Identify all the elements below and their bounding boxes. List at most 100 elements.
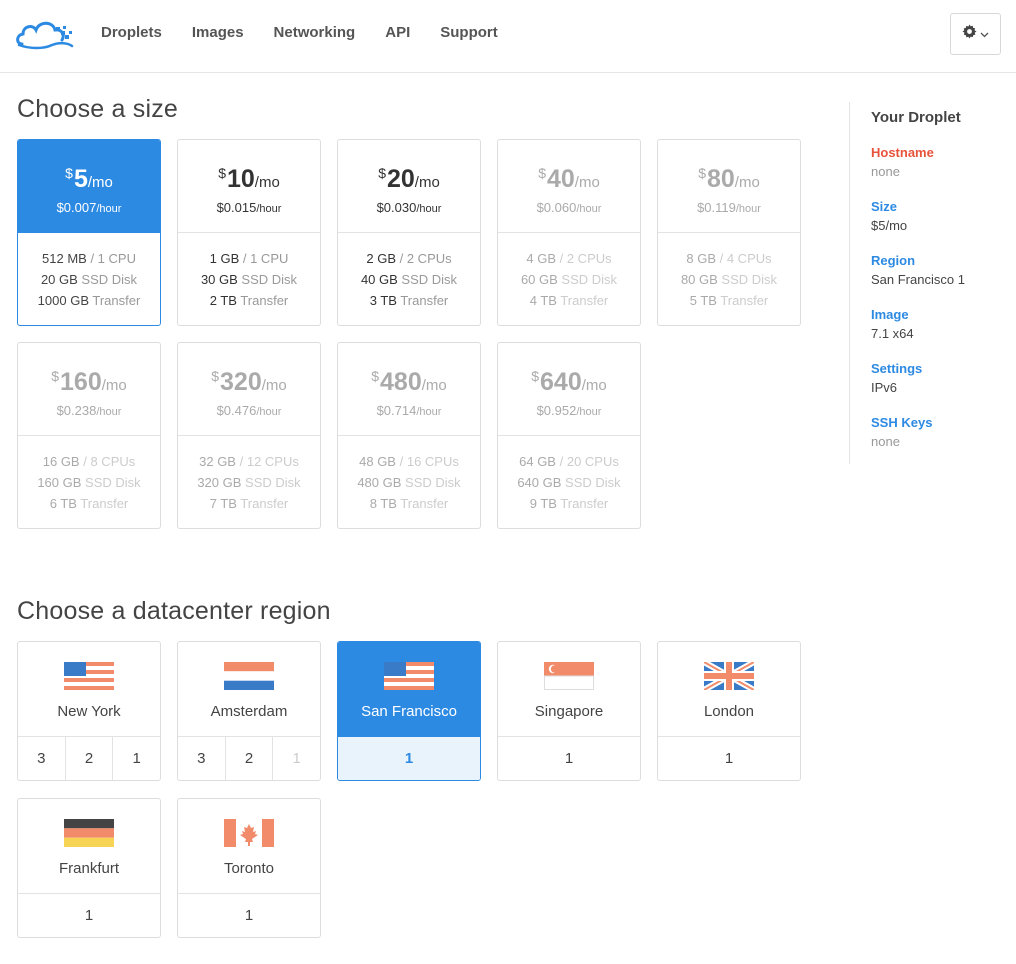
- datacenter-option[interactable]: 1: [498, 737, 640, 780]
- region-option-card[interactable]: Singapore 1: [497, 641, 641, 781]
- size-price-block: $5/mo $0.007/hour: [18, 140, 160, 233]
- size-option-card[interactable]: $80/mo $0.119/hour 8 GB / 4 CPUs 80 GB SSD …: [657, 139, 801, 326]
- spec-transfer-size: 3 TB: [369, 293, 397, 308]
- summary-label[interactable]: Size: [871, 198, 1009, 216]
- datacenter-option[interactable]: 3: [18, 737, 66, 780]
- datacenter-option[interactable]: 1: [18, 894, 160, 937]
- spec-disk-size: 160 GB: [37, 475, 82, 490]
- nav-support[interactable]: Support: [440, 24, 498, 41]
- datacenter-option[interactable]: 3: [178, 737, 226, 780]
- size-option-card[interactable]: $5/mo $0.007/hour 512 MB / 1 CPU 20 GB SSD …: [17, 139, 161, 326]
- hourly-unit: /hour: [576, 406, 602, 418]
- uk-flag-icon: [702, 659, 756, 693]
- price-period: /mo: [574, 174, 600, 191]
- datacenter-option: 1: [292, 750, 301, 767]
- datacenter-option[interactable]: 2: [226, 737, 274, 780]
- spec-transfer-label: Transfer: [560, 293, 609, 308]
- cloud-logo-icon[interactable]: [16, 16, 74, 50]
- region-option-card[interactable]: New York 3 2 1: [17, 641, 161, 781]
- hourly-unit: /hour: [256, 406, 282, 418]
- datacenter-numbers: 1: [658, 737, 800, 780]
- region-name: Amsterdam: [210, 703, 288, 720]
- spec-transfer-label: Transfer: [400, 293, 449, 308]
- size-option-card[interactable]: $160/mo $0.238/hour 16 GB / 8 CPUs 160 GB S…: [17, 342, 161, 529]
- us-flag-icon: [384, 662, 434, 690]
- spec-disk-label: SSD Disk: [241, 272, 298, 287]
- region-option-card[interactable]: London 1: [657, 641, 801, 781]
- monthly-price: $80/mo: [658, 163, 800, 195]
- spec-transfer-label: Transfer: [560, 496, 609, 511]
- size-option-card[interactable]: $10/mo $0.015/hour 1 GB / 1 CPU 30 GB SSD D…: [177, 139, 321, 326]
- summary-size: Size $5/mo: [871, 198, 1009, 236]
- price-amount: 160: [60, 368, 102, 396]
- spec-disk: 160 GB SSD Disk: [18, 472, 160, 493]
- nav-images[interactable]: Images: [192, 24, 244, 41]
- spec-transfer-label: Transfer: [80, 496, 129, 511]
- nav-api[interactable]: API: [385, 24, 410, 41]
- monthly-price: $5/mo: [18, 163, 160, 195]
- spec-cpu: / 2 CPUs: [559, 251, 612, 266]
- summary-label[interactable]: Image: [871, 306, 1009, 324]
- size-option-card[interactable]: $640/mo $0.952/hour 64 GB / 20 CPUs 640 GB …: [497, 342, 641, 529]
- spec-transfer: 2 TB Transfer: [178, 290, 320, 311]
- summary-region: Region San Francisco 1: [871, 252, 1009, 290]
- hourly-amount: $0.060: [536, 200, 577, 215]
- price-period: /mo: [414, 174, 440, 191]
- region-name: London: [703, 703, 755, 720]
- spec-cpu: / 1 CPU: [242, 251, 289, 266]
- currency-symbol: $: [218, 165, 226, 181]
- price-amount: 480: [380, 368, 422, 396]
- monthly-price: $40/mo: [498, 163, 640, 195]
- datacenter-option[interactable]: 1: [338, 737, 480, 780]
- datacenter-numbers: 1: [498, 737, 640, 780]
- gear-icon: [962, 24, 977, 44]
- datacenter-option[interactable]: 1: [658, 737, 800, 780]
- datacenter-option[interactable]: 1: [178, 894, 320, 937]
- size-specs: 8 GB / 4 CPUs 80 GB SSD Disk 5 TB Transfer: [658, 233, 800, 311]
- currency-symbol: $: [51, 368, 60, 384]
- hourly-price: $0.060/hour: [498, 200, 640, 215]
- hourly-price: $0.238/hour: [18, 403, 160, 418]
- spec-disk: 40 GB SSD Disk: [338, 269, 480, 290]
- settings-dropdown-button[interactable]: [950, 13, 1001, 55]
- spec-cpu: / 20 CPUs: [559, 454, 619, 469]
- datacenter-option[interactable]: 2: [66, 737, 114, 780]
- region-name: Frankfurt: [58, 860, 119, 877]
- datacenter-numbers: 32 1: [178, 737, 320, 780]
- hourly-unit: /hour: [96, 203, 122, 215]
- summary-value: none: [871, 164, 900, 179]
- size-option-card[interactable]: $480/mo $0.714/hour 48 GB / 16 CPUs 480 GB …: [337, 342, 481, 529]
- spec-transfer: 7 TB Transfer: [178, 493, 320, 514]
- summary-label[interactable]: Region: [871, 252, 1009, 270]
- price-amount: 80: [706, 165, 735, 193]
- spec-memory: 64 GB: [519, 454, 556, 469]
- region-header: Amsterdam: [178, 642, 320, 737]
- region-option-card[interactable]: Amsterdam 3 2 1: [177, 641, 321, 781]
- size-option-card[interactable]: $40/mo $0.060/hour 4 GB / 2 CPUs 60 GB SSD …: [497, 139, 641, 326]
- spec-transfer: 3 TB Transfer: [338, 290, 480, 311]
- size-option-card[interactable]: $320/mo $0.476/hour 32 GB / 12 CPUs 320 GB …: [177, 342, 321, 529]
- datacenter-option[interactable]: 1: [113, 737, 160, 780]
- region-option-card[interactable]: Toronto 1: [177, 798, 321, 938]
- spec-disk: 640 GB SSD Disk: [498, 472, 640, 493]
- spec-transfer-label: Transfer: [240, 293, 289, 308]
- nav-networking[interactable]: Networking: [274, 24, 356, 41]
- spec-disk: 80 GB SSD Disk: [658, 269, 800, 290]
- spec-transfer-label: Transfer: [400, 496, 449, 511]
- spec-disk-size: 30 GB: [200, 272, 238, 287]
- spec-memory: 512 MB: [42, 251, 87, 266]
- hourly-amount: $0.015: [216, 200, 257, 215]
- region-option-card[interactable]: San Francisco 1: [337, 641, 481, 781]
- spec-transfer-size: 9 TB: [529, 496, 557, 511]
- summary-label[interactable]: Settings: [871, 360, 1009, 378]
- summary-label[interactable]: SSH Keys: [871, 414, 1009, 432]
- region-option-card[interactable]: Frankfurt 1: [17, 798, 161, 938]
- size-option-card[interactable]: $20/mo $0.030/hour 2 GB / 2 CPUs 40 GB SSD …: [337, 139, 481, 326]
- spec-disk-size: 40 GB: [360, 272, 398, 287]
- hourly-amount: $0.030: [376, 200, 417, 215]
- size-price-block: $80/mo $0.119/hour: [658, 140, 800, 233]
- hourly-unit: /hour: [256, 203, 282, 215]
- spec-disk-label: SSD Disk: [401, 272, 458, 287]
- spec-transfer-size: 7 TB: [209, 496, 237, 511]
- nav-droplets[interactable]: Droplets: [101, 24, 162, 41]
